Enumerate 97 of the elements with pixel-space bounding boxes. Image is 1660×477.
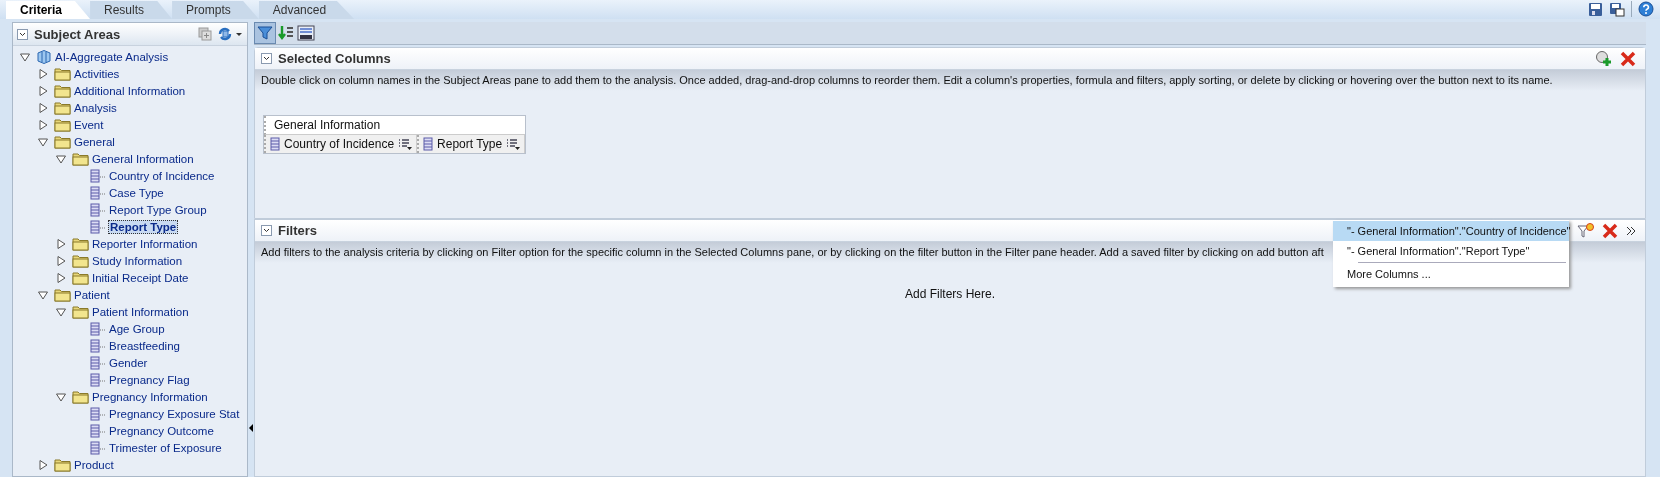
column-menu-icon[interactable] — [398, 138, 413, 150]
menu-item[interactable]: "- General Information"."Country of Incidence" — [1333, 221, 1569, 241]
folder-icon — [72, 304, 89, 319]
tree-item[interactable]: Patient Information — [91, 305, 190, 318]
tree-item[interactable]: Additional Information — [73, 84, 187, 97]
panel-title: Filters — [278, 223, 317, 238]
empty-message: Add Filters Here. — [904, 287, 996, 301]
collapsed-triangle-icon[interactable] — [55, 237, 67, 250]
column-icon — [270, 137, 280, 151]
tree-item[interactable]: General — [73, 135, 116, 148]
column-icon — [90, 219, 106, 234]
tab[interactable]: Criteria — [6, 1, 91, 19]
column-icon — [423, 137, 434, 151]
tree-item[interactable]: Age Group — [108, 322, 166, 335]
collapsed-triangle-icon[interactable] — [55, 271, 67, 284]
menu-item[interactable]: "- General Information"."Report Type" — [1333, 241, 1569, 261]
add-filter-icon[interactable] — [1577, 221, 1595, 240]
column-icon — [90, 372, 106, 387]
tree-item[interactable]: Report Type Group — [108, 203, 208, 216]
tree-item[interactable]: Activities — [73, 67, 121, 80]
collapsed-triangle-icon[interactable] — [37, 458, 49, 471]
column-icon — [90, 185, 106, 200]
folder-icon — [54, 457, 71, 472]
panel-title: Selected Columns — [278, 51, 391, 66]
expanded-triangle-icon[interactable] — [37, 135, 49, 148]
column-icon — [90, 355, 106, 370]
table-icon[interactable] — [296, 23, 316, 43]
tree-item[interactable]: Patient — [73, 288, 111, 301]
filter-icon[interactable] — [254, 22, 276, 44]
save-as-icon[interactable] — [1609, 1, 1625, 17]
column-icon — [90, 202, 106, 217]
folder-icon — [54, 83, 71, 98]
folder-icon — [72, 236, 89, 251]
column-icon — [90, 423, 106, 438]
expanded-triangle-icon[interactable] — [37, 288, 49, 301]
tree-item[interactable]: Pregnancy Exposure Stat — [108, 407, 241, 420]
tree-item[interactable]: Study Information — [91, 254, 184, 267]
tree-item[interactable]: Event — [73, 118, 105, 131]
folder-icon — [54, 287, 71, 302]
help-icon[interactable] — [1638, 1, 1654, 17]
tree-item[interactable]: Report Type — [108, 219, 179, 234]
tab[interactable]: Results — [90, 1, 173, 19]
collapsed-triangle-icon[interactable] — [37, 101, 49, 114]
collapsed-triangle-icon[interactable] — [37, 67, 49, 80]
column-icon — [90, 338, 106, 353]
refresh-icon[interactable] — [217, 26, 243, 42]
column-icon — [90, 168, 106, 183]
folder-icon — [72, 151, 89, 166]
tree-item[interactable]: Country of Incidence — [108, 169, 216, 182]
delete-icon[interactable] — [1619, 49, 1637, 68]
tree-item[interactable]: Reporter Information — [91, 237, 199, 250]
tree-item[interactable]: General Information — [91, 152, 195, 165]
folder-icon — [54, 117, 71, 132]
tree-item[interactable]: Gender — [108, 356, 149, 369]
expanded-triangle-icon[interactable] — [55, 152, 67, 165]
column-name[interactable]: Report Type — [437, 137, 503, 151]
tree-item[interactable]: Pregnancy Information — [91, 390, 209, 403]
folder-icon — [54, 100, 71, 115]
add-icon[interactable] — [197, 26, 213, 42]
folder-icon — [72, 389, 89, 404]
column-name[interactable]: Country of Incidence — [284, 137, 395, 151]
tree-item[interactable]: Trimester of Exposure — [108, 441, 223, 454]
add-column-icon[interactable] — [1595, 49, 1613, 68]
column-icon — [90, 321, 106, 336]
tree-item[interactable]: Breastfeeding — [108, 339, 181, 352]
column-menu-icon[interactable] — [506, 138, 521, 150]
collapse-icon[interactable] — [261, 225, 272, 236]
folder-icon — [54, 134, 71, 149]
delete-icon[interactable] — [1601, 221, 1619, 240]
expanded-triangle-icon[interactable] — [55, 305, 67, 318]
expanded-triangle-icon[interactable] — [55, 390, 67, 403]
folder-icon — [54, 66, 71, 81]
folder-icon — [72, 270, 89, 285]
folder-icon — [72, 253, 89, 268]
tree-item[interactable]: Pregnancy Flag — [108, 373, 191, 386]
expanded-triangle-icon[interactable] — [19, 50, 31, 63]
tab[interactable]: Prompts — [172, 1, 259, 19]
collapsed-triangle-icon[interactable] — [55, 254, 67, 267]
menu-item[interactable]: More Columns ... — [1333, 264, 1569, 284]
collapsed-triangle-icon[interactable] — [37, 84, 49, 97]
tree-item[interactable]: Analysis — [73, 101, 118, 114]
tree-item[interactable]: Initial Receipt Date — [91, 271, 190, 284]
collapsed-triangle-icon[interactable] — [37, 118, 49, 131]
cube-icon — [36, 48, 52, 65]
tree-item[interactable]: AI-Aggregate Analysis — [54, 50, 170, 63]
instructions-text: Double click on column names in the Subject Areas pane to add them to the analysis. Once added, drag-and-drop columns to reorder them. Edit a column's properties, formula and filters, apply sorting, or delete by clicking or hovering over the button next to its name. — [255, 70, 1645, 91]
tree-item[interactable]: Case Type — [108, 186, 165, 199]
tab[interactable]: Advanced — [258, 1, 355, 19]
collapse-icon[interactable] — [261, 53, 272, 64]
save-icon[interactable] — [1588, 1, 1603, 17]
collapse-icon[interactable] — [17, 28, 28, 40]
tree-item[interactable]: Product — [73, 458, 115, 471]
panel-title: Subject Areas — [34, 26, 121, 42]
column-icon — [90, 406, 106, 421]
tree-item[interactable]: Pregnancy Outcome — [108, 424, 215, 437]
more-icon[interactable] — [1625, 224, 1637, 237]
column-icon — [90, 440, 106, 455]
